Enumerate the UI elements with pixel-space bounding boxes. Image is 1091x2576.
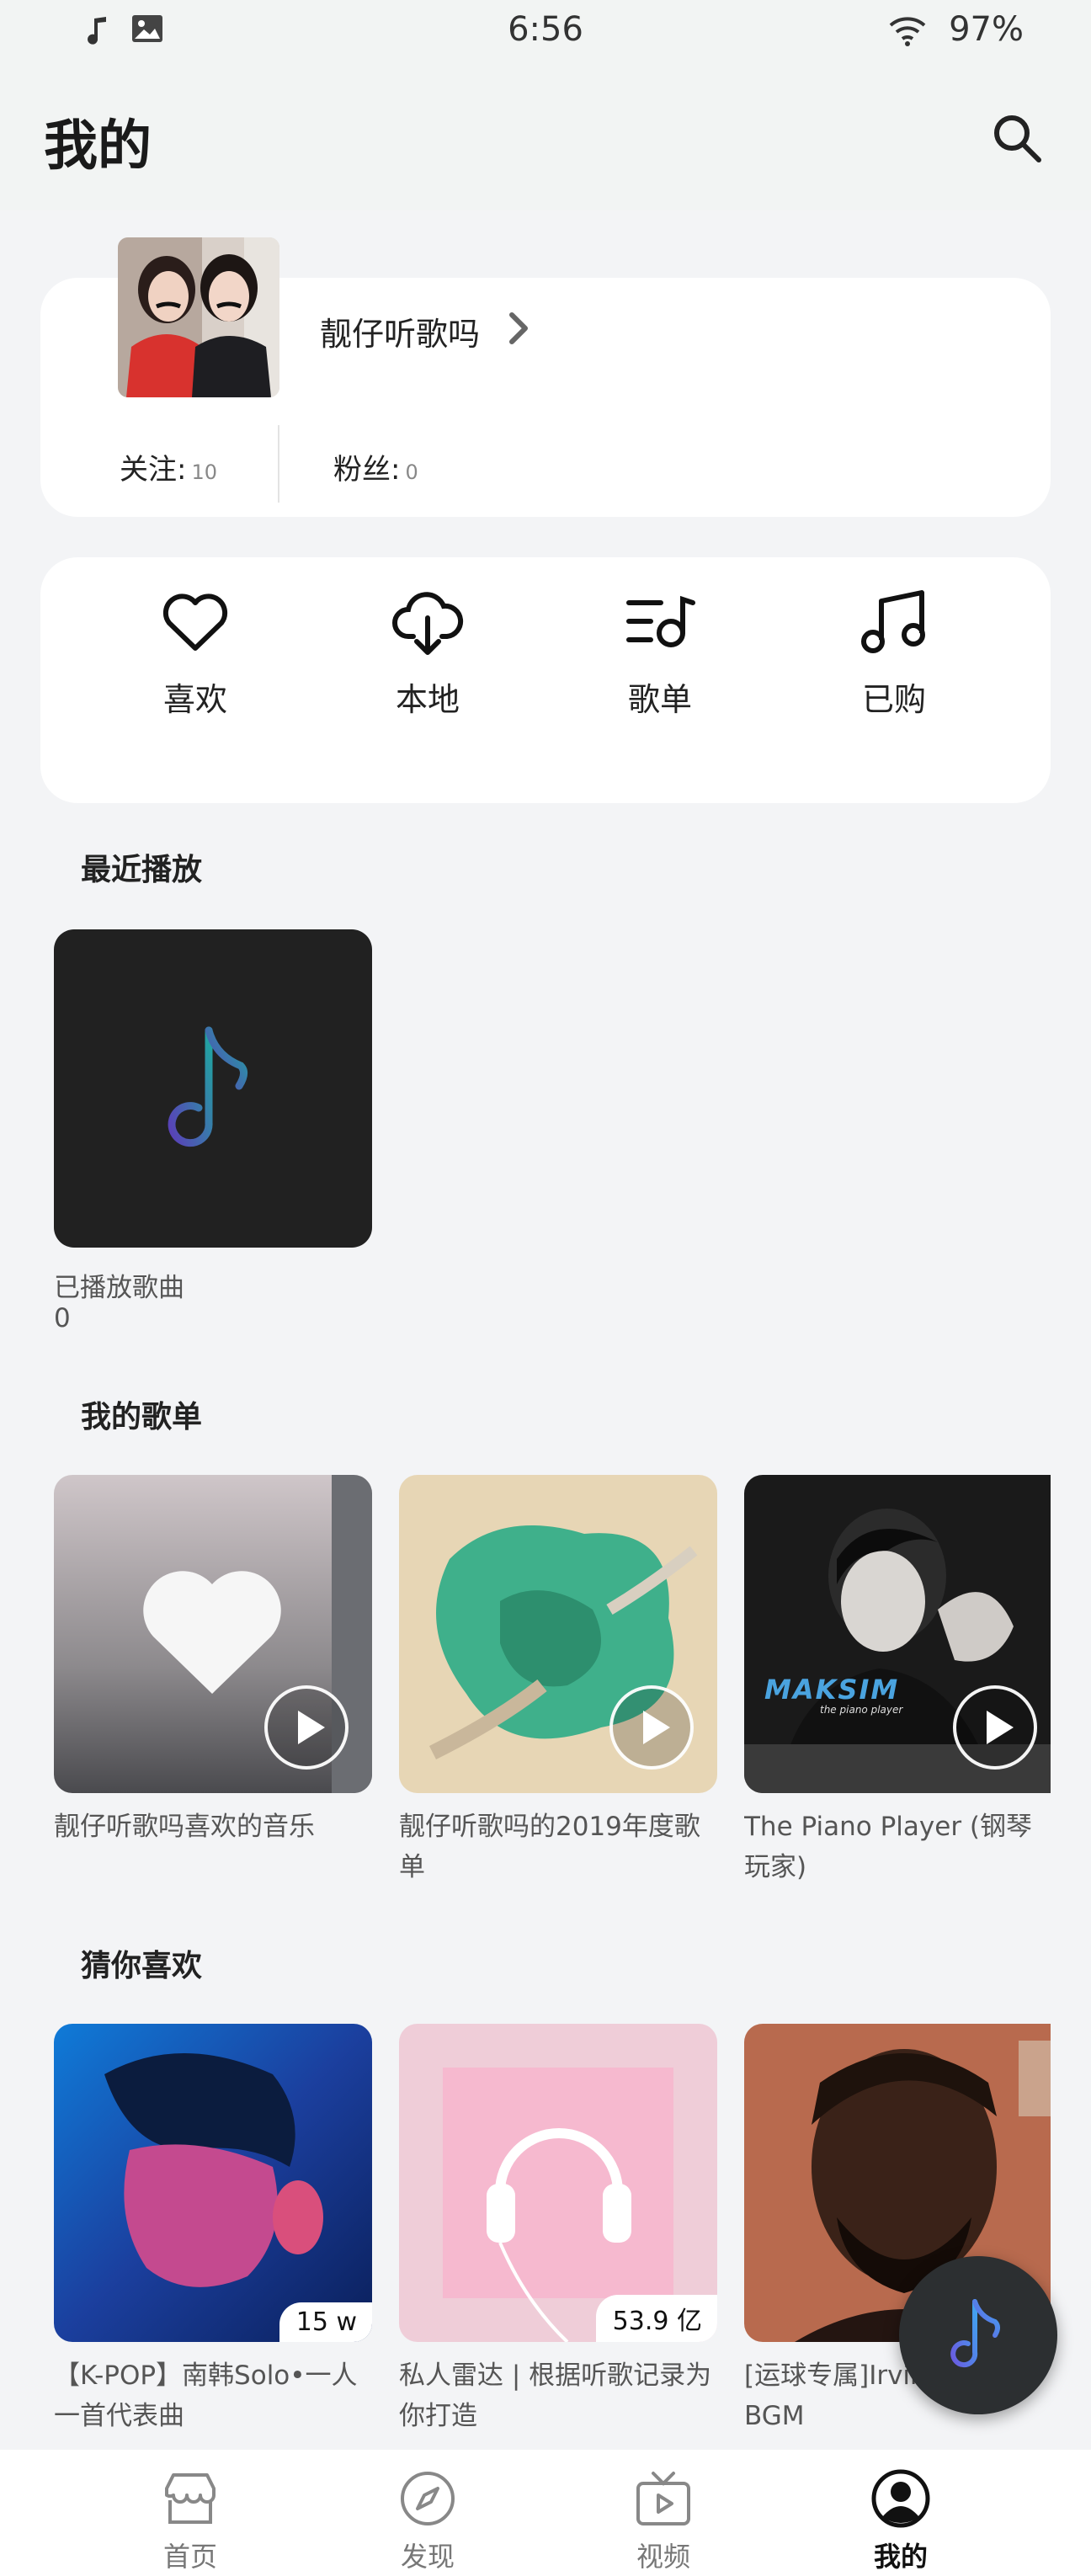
recent-item-name: 已播放歌曲 [54,1273,184,1303]
quick-action-label: 歌单 [627,681,692,718]
now-playing-button[interactable] [899,2256,1057,2414]
cover-subtitle-text: the piano player [820,1704,903,1716]
recent-played-cover[interactable] [54,929,372,1248]
play-button[interactable] [953,1685,1037,1770]
quick-action-like[interactable]: 喜欢 [120,584,271,736]
quick-action-purchased[interactable]: 已购 [818,584,970,736]
followers-stat[interactable]: 粉丝: 0 [333,446,418,487]
page-title: 我的 [44,115,152,178]
quick-action-local[interactable]: 本地 [352,584,503,736]
recommend-title: 私人雷达 | 根据听歌记录为你打造 [399,2360,712,2431]
playlist-title: The Piano Player (钢琴玩家) [744,1812,1033,1882]
video-icon [636,2472,690,2525]
following-label: 关注: [120,453,187,487]
wifi-icon [889,17,926,46]
avatar[interactable] [118,237,279,397]
status-bar: 6:56 97% [0,0,1091,67]
play-button[interactable] [609,1685,694,1770]
quick-action-label: 已购 [861,681,926,718]
nav-label: 发现 [400,2541,455,2573]
home-icon [165,2473,216,2524]
recent-section-title: 最近播放 [81,853,203,887]
quick-action-label: 本地 [395,681,460,718]
chevron-right-icon[interactable] [505,311,534,345]
compass-icon [401,2472,455,2525]
followers-label: 粉丝: [333,453,401,487]
playlist-title: 靓仔听歌吗的2019年度歌单 [399,1812,700,1882]
username[interactable]: 靓仔听歌吗 [320,308,480,354]
playlist-title: 靓仔听歌吗喜欢的音乐 [54,1812,315,1842]
nav-label: 视频 [636,2541,690,2573]
avatar-image [118,237,279,397]
nav-home[interactable]: 首页 [114,2467,266,2574]
followers-count: 0 [405,460,418,484]
recommend-card[interactable]: 53.9 亿 [399,2024,717,2342]
my-playlists-section-title: 我的歌单 [81,1400,203,1434]
play-count-badge: 15 w [279,2302,372,2342]
quick-action-playlist[interactable]: 歌单 [584,584,736,736]
recommend-card[interactable]: 15 w [54,2024,372,2342]
playlist-card[interactable] [54,1475,372,1793]
following-stat[interactable]: 关注: 10 [120,446,217,487]
play-count-badge: 53.9 亿 [595,2295,717,2342]
stat-divider [278,425,279,503]
nav-video[interactable]: 视频 [588,2467,739,2574]
recommend-section-title: 猜你喜欢 [81,1949,203,1983]
nav-mine[interactable]: 我的 [825,2467,977,2574]
nav-discover[interactable]: 发现 [352,2467,503,2574]
play-button[interactable] [264,1685,349,1770]
heart-icon [162,593,228,651]
cover-title-text: MAKSIM [764,1674,900,1706]
playlist-card[interactable]: MAKSIM the piano player [744,1475,1051,1793]
cloud-download-icon [392,592,464,655]
header: 我的 [0,67,1091,210]
playlist-icon [626,595,695,647]
following-count: 10 [191,460,218,484]
battery-level: 97% [949,10,1024,49]
recommend-title: 【K-POP】南韩Solo•一人一首代表曲 [54,2360,358,2431]
nav-label: 首页 [162,2541,217,2573]
music-notes-icon [861,590,925,653]
quick-action-label: 喜欢 [162,681,227,718]
playlist-card[interactable] [399,1475,717,1793]
recommend-cover [54,2024,372,2342]
nav-label: 我的 [873,2541,928,2573]
music-note-icon [168,1026,247,1147]
search-icon[interactable] [990,111,1044,165]
profile-icon [871,2469,930,2528]
recent-item-count: 0 [54,1303,71,1333]
music-note-icon [950,2299,1000,2368]
